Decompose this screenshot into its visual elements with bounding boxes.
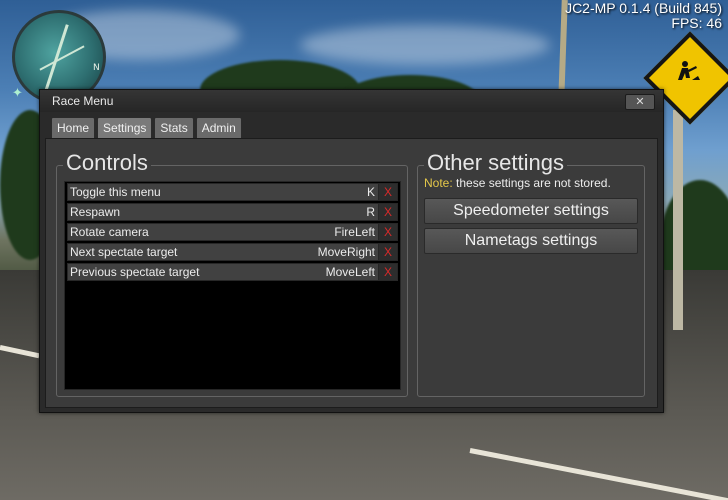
tab-settings[interactable]: Settings (97, 117, 153, 140)
delete-binding-button[interactable]: X (378, 204, 397, 220)
control-key: R (366, 205, 375, 219)
delete-binding-button[interactable]: X (378, 184, 397, 200)
delete-binding-button[interactable]: X (378, 244, 397, 260)
tab-admin[interactable]: Admin (195, 117, 242, 140)
window-titlebar[interactable]: Race Menu ✕ (40, 90, 663, 112)
note-text: these settings are not stored. (452, 176, 611, 190)
control-row[interactable]: Next spectate target MoveRight X (67, 243, 398, 261)
control-action: Next spectate target (70, 245, 178, 259)
other-settings-group: Other settings Note: these settings are … (417, 151, 645, 397)
player-marker-icon: ✦ (12, 86, 23, 101)
close-button[interactable]: ✕ (625, 94, 655, 110)
control-row[interactable]: Toggle this menu K X (67, 183, 398, 201)
delete-binding-button[interactable]: X (378, 224, 397, 240)
minimap-road (44, 24, 69, 92)
settings-panel: Controls Toggle this menu K X Respawn R … (45, 138, 658, 408)
race-menu-window: Race Menu ✕ Home Settings Stats Admin Co… (39, 89, 664, 413)
control-action: Respawn (70, 205, 121, 219)
version-text: JC2-MP 0.1.4 (Build 845) (565, 0, 722, 16)
controls-list[interactable]: Toggle this menu K X Respawn R X Rotate … (64, 181, 401, 390)
tab-bar: Home Settings Stats Admin (51, 117, 242, 140)
control-row[interactable]: Respawn R X (67, 203, 398, 221)
nametags-settings-button[interactable]: Nametags settings (424, 228, 638, 254)
sign-pole (673, 110, 683, 330)
note-prefix: Note: (424, 176, 453, 190)
control-key: K (366, 185, 375, 199)
control-row[interactable]: Previous spectate target MoveLeft X (67, 263, 398, 281)
tab-home[interactable]: Home (51, 117, 96, 140)
controls-title: Controls (63, 151, 151, 175)
other-settings-title: Other settings (424, 151, 567, 175)
delete-binding-button[interactable]: X (378, 264, 397, 280)
cloud (300, 25, 550, 65)
settings-note: Note: these settings are not stored. (424, 176, 611, 190)
roadworker-icon (678, 61, 700, 80)
minimap-north-label: N (93, 63, 100, 73)
control-action: Rotate camera (70, 225, 149, 239)
control-key: MoveLeft (325, 265, 375, 279)
control-action: Previous spectate target (70, 265, 200, 279)
control-key: FireLeft (334, 225, 375, 239)
speedometer-settings-button[interactable]: Speedometer settings (424, 198, 638, 224)
control-key: MoveRight (317, 245, 375, 259)
controls-group: Controls Toggle this menu K X Respawn R … (56, 151, 408, 397)
control-action: Toggle this menu (70, 185, 161, 199)
window-title: Race Menu (52, 94, 114, 108)
fps-counter: FPS: 46 (671, 15, 722, 31)
control-row[interactable]: Rotate camera FireLeft X (67, 223, 398, 241)
minimap-road (39, 45, 85, 71)
tab-stats[interactable]: Stats (154, 117, 194, 140)
